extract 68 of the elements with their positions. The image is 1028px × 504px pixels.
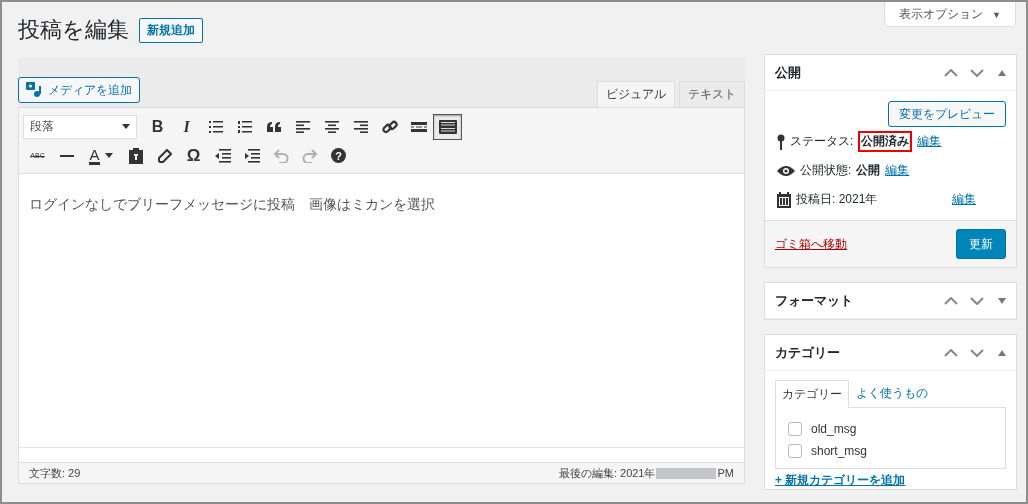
panel-title: 公開 [775, 63, 802, 82]
last-edited: 最後の編集: 2021年 [558, 465, 656, 481]
bullet-list-icon [208, 120, 223, 133]
add-category-link[interactable]: + 新規カテゴリーを追加 [775, 472, 1006, 489]
keyboard-icon [438, 119, 457, 134]
eye-icon [777, 164, 795, 177]
move-up-icon[interactable] [944, 348, 958, 357]
edit-link[interactable]: 編集 [917, 133, 942, 150]
update-button[interactable]: 更新 [956, 229, 1006, 259]
panel-title: カテゴリー [775, 343, 841, 362]
indent-icon [243, 148, 260, 163]
clipboard-icon [128, 147, 143, 164]
visibility-label: 公開状態: [800, 162, 852, 179]
checkbox[interactable] [788, 444, 802, 458]
bold-button[interactable]: B [143, 113, 172, 140]
media-icon [26, 82, 42, 98]
redo-icon [301, 148, 318, 163]
screen-options-button[interactable]: 表示オプション ▼ [883, 2, 1016, 27]
quote-icon [266, 121, 281, 132]
text-color-button[interactable]: A [81, 142, 121, 169]
redaction-bar [655, 467, 716, 479]
calendar-icon [777, 191, 791, 208]
visibility-value: 公開 [856, 162, 881, 179]
editor-tab[interactable]: ビジュアル [597, 81, 675, 107]
edit-link[interactable]: 編集 [952, 191, 976, 208]
status-value: 公開済み [858, 131, 913, 152]
horizontal-line-icon [59, 154, 74, 157]
read-more-icon [410, 121, 427, 132]
editor-tab[interactable]: テキスト [679, 81, 745, 107]
format-select[interactable]: 段落 [23, 114, 137, 139]
help-button[interactable]: ? [324, 142, 353, 169]
outdent-icon [214, 148, 231, 163]
move-up-icon[interactable] [944, 296, 958, 305]
italic-button[interactable]: I [172, 113, 201, 140]
panel-title: フォーマット [775, 291, 854, 310]
align-center-icon [324, 120, 339, 133]
move-up-icon[interactable] [944, 68, 958, 77]
numbered-list-icon [237, 120, 252, 133]
undo-icon [272, 148, 289, 163]
add-media-button[interactable]: メディアを追加 [18, 77, 140, 103]
omega-button[interactable]: Ω [179, 142, 208, 169]
toolbar-toggle-button[interactable] [433, 113, 462, 140]
collapse-icon[interactable] [998, 349, 1006, 356]
publish-date: 投稿日: 2021年 [796, 191, 878, 208]
checkbox[interactable] [788, 422, 802, 436]
move-down-icon[interactable] [970, 296, 984, 305]
align-left-icon [295, 120, 310, 133]
move-to-trash-link[interactable]: ゴミ箱へ移動 [775, 235, 847, 253]
category-tab[interactable]: カテゴリー [775, 380, 849, 408]
category-tab[interactable]: よく使うもの [849, 379, 935, 407]
word-count: 文字数: 29 [29, 465, 81, 481]
category-name: old_msg [811, 422, 857, 436]
move-down-icon[interactable] [970, 68, 984, 77]
add-new-button[interactable]: 新規追加 [139, 17, 203, 43]
collapse-icon[interactable] [998, 69, 1006, 76]
eraser-icon [157, 148, 172, 163]
link-icon [381, 118, 398, 135]
page-title: 投稿を編集 [18, 16, 129, 44]
last-edited-time: PM [717, 467, 734, 479]
move-down-icon[interactable] [970, 348, 984, 357]
align-right-icon [353, 120, 368, 133]
edit-link[interactable]: 編集 [885, 162, 910, 179]
expand-icon[interactable] [998, 297, 1006, 304]
status-label: ステータス: [790, 133, 854, 150]
preview-changes-button[interactable]: 変更をプレビュー [888, 101, 1006, 127]
post-content[interactable]: ログインなしでブリーフメッセージに投稿 画像はミカンを選択 [29, 196, 734, 214]
pin-icon [777, 133, 785, 150]
category-name: short_msg [811, 444, 868, 458]
